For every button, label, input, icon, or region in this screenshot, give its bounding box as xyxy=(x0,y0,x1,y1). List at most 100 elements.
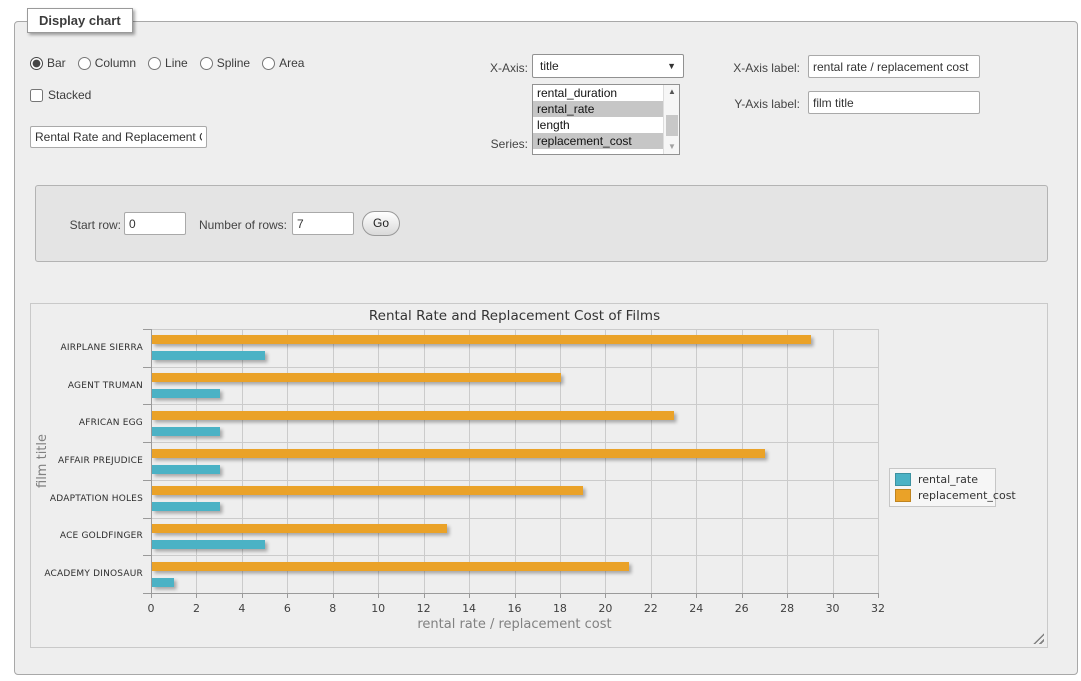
chevron-down-icon: ▼ xyxy=(667,61,676,71)
x-tick-label: 28 xyxy=(772,602,802,615)
gridline-vertical xyxy=(742,329,743,593)
x-tick-label: 12 xyxy=(409,602,439,615)
y-tick xyxy=(143,518,151,519)
resize-handle-icon[interactable] xyxy=(1033,633,1044,644)
chart-type-radio-column[interactable]: Column xyxy=(78,56,136,70)
y-tick xyxy=(143,442,151,443)
stacked-checkbox[interactable] xyxy=(30,89,43,102)
x-tick xyxy=(242,593,243,598)
number-of-rows-input[interactable] xyxy=(292,212,354,235)
bar-replacement_cost-6 xyxy=(152,562,629,571)
x-tick-label: 16 xyxy=(500,602,530,615)
gridline-vertical xyxy=(833,329,834,593)
y-axis-label-input[interactable] xyxy=(808,91,980,114)
bar-rental_rate-2 xyxy=(152,427,220,436)
stacked-label: Stacked xyxy=(48,88,91,102)
x-axis-caption: X-Axis: xyxy=(440,61,528,75)
x-tick xyxy=(833,593,834,598)
x-axis-label-input[interactable] xyxy=(808,55,980,78)
x-tick-label: 4 xyxy=(227,602,257,615)
x-tick xyxy=(469,593,470,598)
gridline-horizontal xyxy=(151,555,878,556)
gridline-horizontal xyxy=(151,367,878,368)
bar-rental_rate-1 xyxy=(152,389,220,398)
gridline-horizontal xyxy=(151,518,878,519)
x-tick-label: 6 xyxy=(272,602,302,615)
category-label: ACADEMY DINOSAUR xyxy=(31,569,143,579)
gridline-vertical xyxy=(515,329,516,593)
x-tick xyxy=(378,593,379,598)
series-option-length[interactable]: length xyxy=(533,117,663,133)
chart-type-radio-bar[interactable]: Bar xyxy=(30,56,66,70)
x-tick xyxy=(287,593,288,598)
stacked-checkbox-row[interactable]: Stacked xyxy=(30,88,91,102)
start-row-input[interactable] xyxy=(124,212,186,235)
gridline-vertical xyxy=(287,329,288,593)
legend-swatch-rental_rate xyxy=(895,473,911,486)
gridline-vertical xyxy=(878,329,879,593)
x-tick xyxy=(787,593,788,598)
scrollbar-thumb[interactable] xyxy=(666,115,678,136)
chart-type-radio-input-line[interactable] xyxy=(148,57,161,70)
x-tick-label: 10 xyxy=(363,602,393,615)
x-tick xyxy=(151,593,152,598)
chart-type-radio-area[interactable]: Area xyxy=(262,56,304,70)
category-label: AFFAIR PREJUDICE xyxy=(31,456,143,466)
gridline-vertical xyxy=(242,329,243,593)
gridline-vertical xyxy=(333,329,334,593)
chart-legend: rental_ratereplacement_cost xyxy=(889,468,996,507)
x-tick-label: 22 xyxy=(636,602,666,615)
gridline-vertical xyxy=(196,329,197,593)
gridline-vertical xyxy=(787,329,788,593)
x-axis-label-caption: X-Axis label: xyxy=(706,61,800,75)
chart-type-radio-input-bar[interactable] xyxy=(30,57,43,70)
gridline-vertical xyxy=(469,329,470,593)
series-option-rental_duration[interactable]: rental_duration xyxy=(533,85,663,101)
go-button[interactable]: Go xyxy=(362,211,400,236)
category-label: AFRICAN EGG xyxy=(31,418,143,428)
x-tick-label: 30 xyxy=(818,602,848,615)
x-tick-label: 26 xyxy=(727,602,757,615)
gridline-vertical xyxy=(378,329,379,593)
chart-type-radio-input-column[interactable] xyxy=(78,57,91,70)
y-axis-line xyxy=(151,329,152,593)
chart-type-radio-group: Bar Column Line Spline Area xyxy=(30,56,304,70)
series-scrollbar[interactable]: ▲ ▼ xyxy=(663,85,679,154)
chart-type-radio-input-spline[interactable] xyxy=(200,57,213,70)
series-option-replacement_cost[interactable]: replacement_cost xyxy=(533,133,663,149)
chart-type-radio-line[interactable]: Line xyxy=(148,56,188,70)
legend-swatch-replacement_cost xyxy=(895,489,911,502)
x-tick xyxy=(424,593,425,598)
x-tick xyxy=(742,593,743,598)
series-multiselect[interactable]: rental_durationrental_ratelengthreplacem… xyxy=(532,84,680,155)
x-tick xyxy=(196,593,197,598)
bar-replacement_cost-2 xyxy=(152,411,674,420)
bar-rental_rate-6 xyxy=(152,578,174,587)
legend-item-rental_rate: rental_rate xyxy=(895,473,990,486)
x-tick xyxy=(560,593,561,598)
series-option-rental_rate[interactable]: rental_rate xyxy=(533,101,663,117)
bar-rental_rate-4 xyxy=(152,502,220,511)
gridline-horizontal xyxy=(151,329,878,330)
chart-container: Rental Rate and Replacement Cost of Film… xyxy=(30,303,1048,648)
x-tick-label: 0 xyxy=(136,602,166,615)
scrollbar-down-icon[interactable]: ▼ xyxy=(664,140,680,154)
bar-replacement_cost-4 xyxy=(152,486,583,495)
scrollbar-up-icon[interactable]: ▲ xyxy=(664,85,680,99)
series-options: rental_durationrental_ratelengthreplacem… xyxy=(533,85,663,149)
legend-label: rental_rate xyxy=(918,473,978,486)
chart-type-radio-input-area[interactable] xyxy=(262,57,275,70)
chart-type-label: Spline xyxy=(217,56,250,70)
gridline-vertical xyxy=(605,329,606,593)
chart-title-input[interactable] xyxy=(30,126,207,148)
x-axis-select[interactable]: title ▼ xyxy=(532,54,684,78)
chart-type-label: Column xyxy=(95,56,136,70)
y-tick xyxy=(143,593,151,594)
bar-replacement_cost-3 xyxy=(152,449,765,458)
bar-rental_rate-5 xyxy=(152,540,265,549)
x-tick-label: 20 xyxy=(590,602,620,615)
x-tick xyxy=(696,593,697,598)
y-tick xyxy=(143,367,151,368)
x-axis-title: rental rate / replacement cost xyxy=(151,617,878,632)
chart-type-radio-spline[interactable]: Spline xyxy=(200,56,250,70)
